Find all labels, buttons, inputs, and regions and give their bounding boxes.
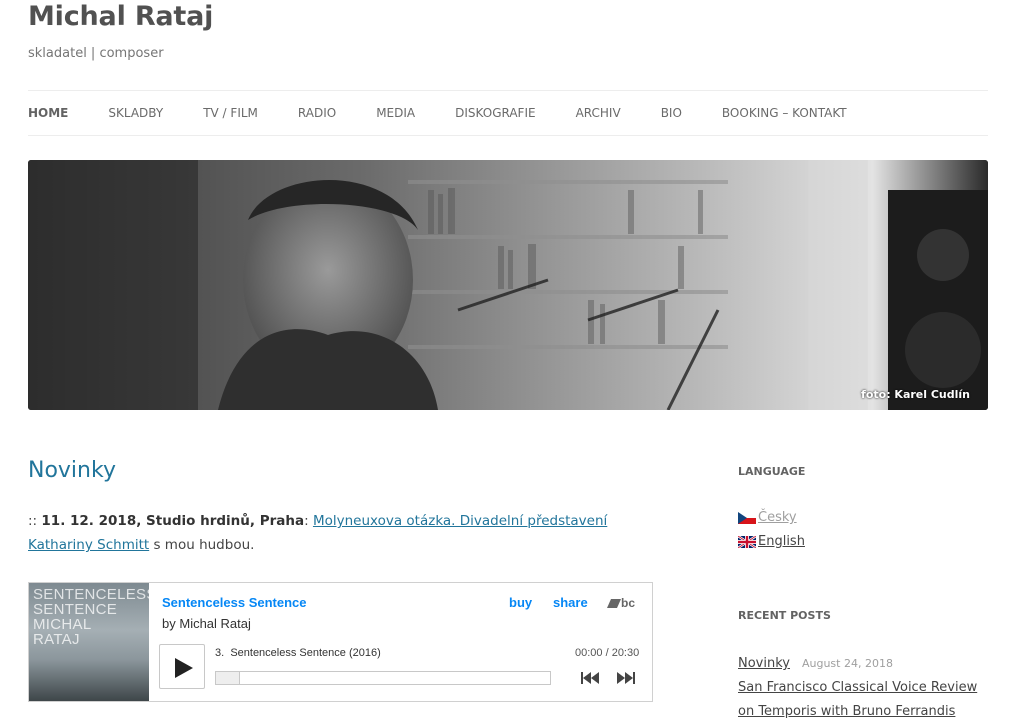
- play-icon: [175, 658, 193, 678]
- nav-item-media[interactable]: MEDIA: [376, 106, 415, 120]
- language-czech-label: Česky: [758, 510, 797, 525]
- header-photo-graphic: [28, 160, 988, 410]
- progress-thumb[interactable]: [216, 672, 240, 684]
- album-artist-row: by Michal Rataj: [162, 616, 251, 631]
- nav-item-bio[interactable]: BIO: [661, 106, 682, 120]
- cover-text-line: RATAJ: [33, 631, 80, 648]
- language-czech-link[interactable]: Česky: [738, 510, 797, 525]
- track-title[interactable]: Sentenceless Sentence (2016): [230, 647, 380, 659]
- language-english-link[interactable]: English: [738, 534, 805, 549]
- by-label: by: [162, 616, 176, 631]
- main-navigation: HOME SKLADBY TV / FILM RADIO MEDIA DISKO…: [28, 90, 988, 136]
- post-event: 11. 12. 2018, Studio hrdinů, Praha: [41, 513, 305, 529]
- cover-text-line: MICHAL: [33, 616, 92, 633]
- album-artist[interactable]: Michal Rataj: [179, 616, 251, 631]
- play-button[interactable]: [159, 644, 205, 689]
- language-english-label: English: [758, 534, 805, 549]
- site-title[interactable]: Michal Rataj: [28, 1, 213, 32]
- recent-post-date: August 24, 2018: [801, 657, 893, 670]
- recent-post-link[interactable]: San Francisco Classical Voice Review on …: [738, 680, 977, 724]
- nav-item-archiv[interactable]: ARCHIV: [576, 106, 621, 120]
- cover-text-line: SENTENCELESS: [33, 586, 149, 603]
- nav-item-booking-kontakt[interactable]: BOOKING – KONTAKT: [722, 106, 847, 120]
- post-suffix: s mou hudbou.: [153, 537, 255, 553]
- nav-item-skladby[interactable]: SKLADBY: [108, 106, 163, 120]
- recent-post-link[interactable]: Novinky: [738, 656, 790, 671]
- share-button[interactable]: share: [553, 595, 588, 610]
- previous-track-icon[interactable]: [581, 672, 599, 684]
- site-description: skladatel | composer: [28, 46, 164, 61]
- nav-item-tv-film[interactable]: TV / FILM: [203, 106, 258, 120]
- nav-item-diskografie[interactable]: DISKOGRAFIE: [455, 106, 535, 120]
- progress-bar[interactable]: [215, 671, 551, 685]
- bandcamp-logo-text: bc: [621, 596, 636, 610]
- post-title[interactable]: Novinky: [28, 458, 116, 483]
- nav-item-radio[interactable]: RADIO: [298, 106, 336, 120]
- post-content: :: 11. 12. 2018, Studio hrdinů, Praha: M…: [28, 509, 658, 557]
- language-widget-title: LANGUAGE: [738, 465, 806, 478]
- recent-posts-widget-title: RECENT POSTS: [738, 609, 831, 622]
- recent-post-item: Novinky August 24, 2018: [738, 652, 988, 676]
- track-number: 3.: [215, 647, 225, 659]
- recent-post-item: San Francisco Classical Voice Review on …: [738, 676, 988, 724]
- album-cover[interactable]: SENTENCELESS SENTENCE MICHAL RATAJ: [29, 583, 149, 701]
- header-photo: foto: Karel Cudlín: [28, 160, 988, 410]
- buy-button[interactable]: buy: [509, 595, 532, 610]
- bandcamp-player: SENTENCELESS SENTENCE MICHAL RATAJ Sente…: [28, 582, 653, 702]
- album-title-link[interactable]: Sentenceless Sentence: [162, 595, 307, 610]
- photo-credit: foto: Karel Cudlín: [861, 388, 970, 401]
- post-prefix: ::: [28, 513, 38, 529]
- track-time: 00:00 / 20:30: [575, 647, 640, 659]
- czech-flag-icon: [738, 511, 756, 524]
- nav-item-home[interactable]: HOME: [28, 106, 68, 120]
- current-track: 3. Sentenceless Sentence (2016): [215, 647, 381, 659]
- bandcamp-logo[interactable]: bc: [607, 596, 635, 610]
- cover-text-line: SENTENCE: [33, 601, 118, 618]
- bandcamp-parallelogram-icon: [607, 599, 621, 608]
- uk-flag-icon: [738, 535, 756, 548]
- next-track-icon[interactable]: [617, 672, 635, 684]
- post-colon: :: [304, 513, 309, 529]
